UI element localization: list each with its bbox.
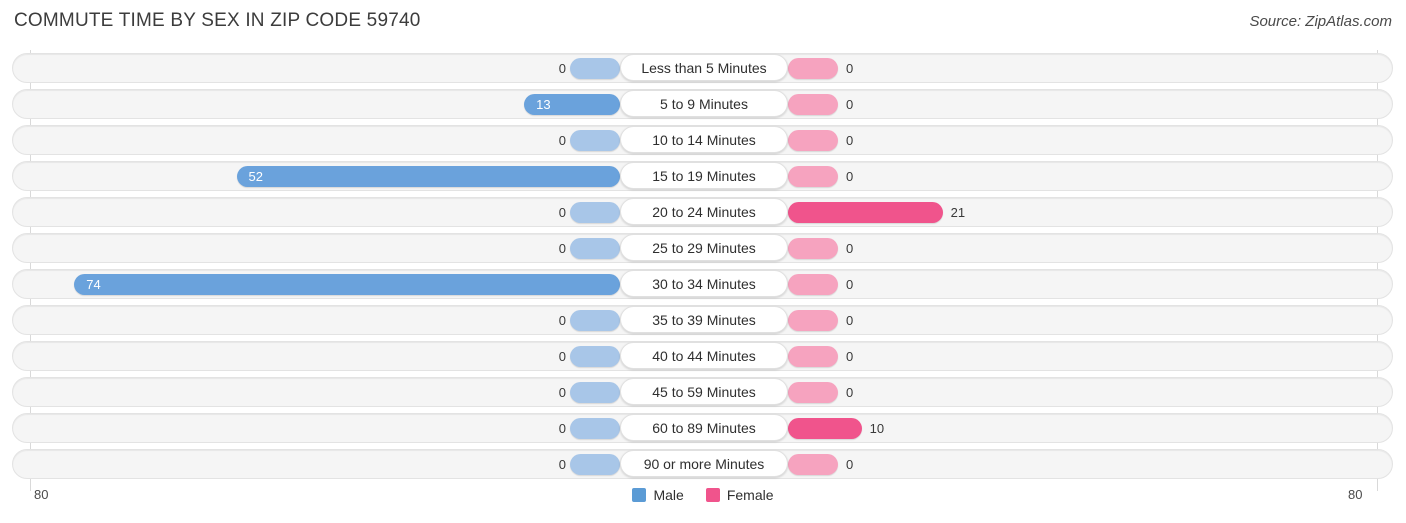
bar-value-female: 0 bbox=[846, 385, 854, 400]
bar-value-male: 0 bbox=[558, 61, 566, 76]
category-label: 45 to 59 Minutes bbox=[652, 383, 756, 400]
square-swatch-icon bbox=[705, 488, 720, 502]
bar-value-male: 0 bbox=[558, 313, 566, 328]
category-label: 20 to 24 Minutes bbox=[652, 203, 756, 220]
category-label: 15 to 19 Minutes bbox=[652, 167, 756, 184]
bar-value-female: 0 bbox=[846, 457, 854, 472]
table-row: 0 0 40 to 44 Minutes bbox=[0, 338, 1406, 374]
table-row: 74 0 30 to 34 Minutes bbox=[0, 266, 1406, 302]
category-pill[interactable]: 10 to 14 Minutes bbox=[620, 126, 788, 153]
category-pill[interactable]: 90 or more Minutes bbox=[620, 450, 788, 477]
bar-value-male: 0 bbox=[558, 421, 566, 436]
bar-female[interactable] bbox=[788, 310, 838, 331]
bar-value-female: 0 bbox=[846, 349, 854, 364]
table-row: 0 0 90 or more Minutes bbox=[0, 446, 1406, 482]
bar-female[interactable] bbox=[788, 454, 838, 475]
bar-female[interactable] bbox=[788, 202, 943, 223]
category-pill[interactable]: Less than 5 Minutes bbox=[620, 54, 788, 81]
table-row: 52 0 15 to 19 Minutes bbox=[0, 158, 1406, 194]
category-label: 90 or more Minutes bbox=[643, 455, 765, 472]
bar-male[interactable] bbox=[570, 58, 620, 79]
bar-value-female: 0 bbox=[846, 97, 854, 112]
category-label: 25 to 29 Minutes bbox=[652, 239, 756, 256]
legend-item-male[interactable]: Male bbox=[632, 487, 684, 503]
bar-male[interactable] bbox=[570, 382, 620, 403]
bar-female[interactable] bbox=[788, 166, 838, 187]
source-attribution: Source: ZipAtlas.com bbox=[1249, 13, 1392, 30]
category-label: 60 to 89 Minutes bbox=[652, 419, 756, 436]
category-pill[interactable]: 35 to 39 Minutes bbox=[620, 306, 788, 333]
bar-male[interactable] bbox=[570, 346, 620, 367]
category-label: 35 to 39 Minutes bbox=[652, 311, 756, 328]
category-pill[interactable]: 30 to 34 Minutes bbox=[620, 270, 788, 297]
bar-female[interactable] bbox=[788, 130, 838, 151]
bar-value-female: 10 bbox=[869, 421, 885, 436]
bar-value-male: 0 bbox=[558, 205, 566, 220]
table-row: 0 0 45 to 59 Minutes bbox=[0, 374, 1406, 410]
category-label: 40 to 44 Minutes bbox=[652, 347, 756, 364]
chart-plot-area: 0 0 Less than 5 Minutes 13 0 5 to 9 Minutes 0 0… bbox=[0, 50, 1406, 491]
bar-value-female: 0 bbox=[846, 241, 854, 256]
category-pill[interactable]: 40 to 44 Minutes bbox=[620, 342, 788, 369]
bar-value-male: 0 bbox=[558, 241, 566, 256]
bar-value-female: 0 bbox=[846, 133, 854, 148]
table-row: 0 0 Less than 5 Minutes bbox=[0, 50, 1406, 86]
bar-value-female: 0 bbox=[846, 313, 854, 328]
bar-value-male: 0 bbox=[558, 457, 566, 472]
bar-value-male: 52 bbox=[248, 169, 263, 184]
bar-female[interactable] bbox=[788, 238, 838, 259]
table-row: 0 10 60 to 89 Minutes bbox=[0, 410, 1406, 446]
bar-value-male: 0 bbox=[558, 133, 566, 148]
category-pill[interactable]: 60 to 89 Minutes bbox=[620, 414, 788, 441]
bar-female[interactable] bbox=[788, 94, 838, 115]
bar-male[interactable] bbox=[570, 130, 620, 151]
bar-female[interactable] bbox=[788, 346, 838, 367]
table-row: 0 0 35 to 39 Minutes bbox=[0, 302, 1406, 338]
bar-value-female: 21 bbox=[950, 205, 966, 220]
bar-female[interactable] bbox=[788, 58, 838, 79]
bar-male[interactable] bbox=[570, 418, 620, 439]
bar-female[interactable] bbox=[788, 418, 862, 439]
category-pill[interactable]: 25 to 29 Minutes bbox=[620, 234, 788, 261]
category-pill[interactable]: 45 to 59 Minutes bbox=[620, 378, 788, 405]
table-row: 0 21 20 to 24 Minutes bbox=[0, 194, 1406, 230]
bar-value-male: 13 bbox=[536, 97, 551, 112]
table-row: 13 0 5 to 9 Minutes bbox=[0, 86, 1406, 122]
bar-value-male: 74 bbox=[86, 277, 101, 292]
bar-male[interactable] bbox=[236, 166, 620, 187]
bar-male[interactable] bbox=[570, 454, 620, 475]
square-swatch-icon bbox=[632, 488, 647, 502]
table-row: 0 0 25 to 29 Minutes bbox=[0, 230, 1406, 266]
bar-value-female: 0 bbox=[846, 169, 854, 184]
bar-male[interactable] bbox=[74, 274, 620, 295]
bar-value-female: 0 bbox=[846, 277, 854, 292]
category-label: Less than 5 Minutes bbox=[641, 59, 767, 76]
category-label: 10 to 14 Minutes bbox=[652, 131, 756, 148]
bar-male[interactable] bbox=[570, 202, 620, 223]
bar-female[interactable] bbox=[788, 382, 838, 403]
chart-legend: Male Female bbox=[0, 487, 1406, 503]
bar-value-male: 0 bbox=[558, 385, 566, 400]
bar-value-female: 0 bbox=[846, 61, 854, 76]
category-pill[interactable]: 20 to 24 Minutes bbox=[620, 198, 788, 225]
category-pill[interactable]: 5 to 9 Minutes bbox=[620, 90, 788, 117]
legend-item-female[interactable]: Female bbox=[705, 487, 774, 503]
table-row: 0 0 10 to 14 Minutes bbox=[0, 122, 1406, 158]
bar-female[interactable] bbox=[788, 274, 838, 295]
category-pill[interactable]: 15 to 19 Minutes bbox=[620, 162, 788, 189]
bar-male[interactable] bbox=[570, 238, 620, 259]
legend-label: Female bbox=[726, 487, 774, 503]
category-label: 5 to 9 Minutes bbox=[660, 95, 748, 112]
page-title: COMMUTE TIME BY SEX IN ZIP CODE 59740 bbox=[14, 10, 421, 31]
bar-value-male: 0 bbox=[558, 349, 566, 364]
legend-label: Male bbox=[653, 487, 684, 503]
category-label: 30 to 34 Minutes bbox=[652, 275, 756, 292]
bar-male[interactable] bbox=[570, 310, 620, 331]
